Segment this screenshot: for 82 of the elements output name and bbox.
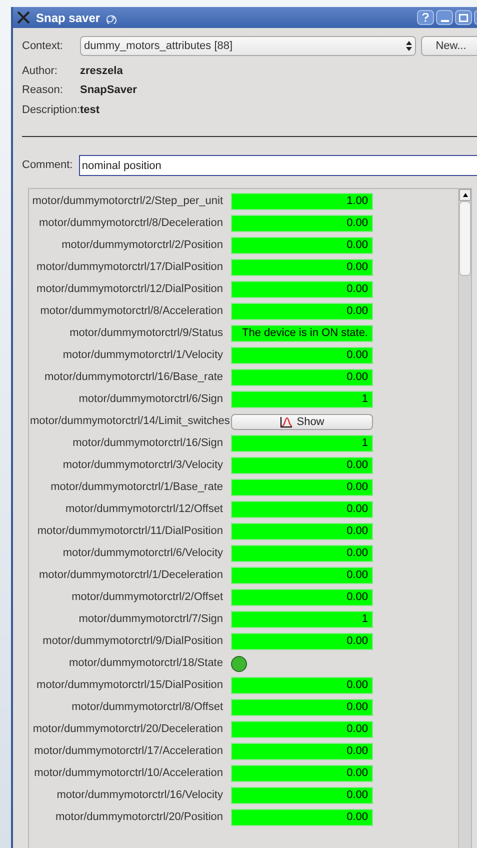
value-display: 0.00 xyxy=(231,787,373,804)
attribute-label: motor/dummymotorctrl/6/Sign xyxy=(78,392,224,408)
attribute-label: motor/dummymotorctrl/9/Status xyxy=(68,326,224,342)
new-button[interactable]: New... xyxy=(421,36,477,56)
value-display: 0.00 xyxy=(231,677,373,694)
attribute-label: motor/dummymotorctrl/2/Position xyxy=(60,238,224,254)
attribute-label: motor/dummymotorctrl/1/Base_rate xyxy=(50,480,224,496)
value-display: 0.00 xyxy=(231,743,373,760)
curve-chart-icon xyxy=(280,416,293,428)
attribute-label: motor/dummymotorctrl/16/Sign xyxy=(72,436,224,452)
window-title: Snap saver xyxy=(36,10,100,26)
help-button[interactable] xyxy=(417,10,434,25)
minimize-button[interactable] xyxy=(436,10,453,25)
field-value: test xyxy=(80,102,100,118)
attribute-label: motor/dummymotorctrl/12/Offset xyxy=(64,502,224,518)
comment-label: Comment: xyxy=(22,158,74,174)
attribute-label: motor/dummymotorctrl/17/Acceleration xyxy=(33,744,224,760)
attribute-label: motor/dummymotorctrl/17/DialPosition xyxy=(36,260,224,276)
value-display: 1.00 xyxy=(231,193,373,210)
help-icon xyxy=(422,13,429,22)
value-display: 0.00 xyxy=(231,721,373,738)
context-value: dummy_motors_attributes [88] xyxy=(84,38,234,54)
up-down-arrows-icon xyxy=(406,41,412,51)
field-label: Author: xyxy=(22,64,58,78)
value-display: 0.00 xyxy=(231,699,373,716)
scrollbar[interactable] xyxy=(458,188,471,848)
value-display: 1 xyxy=(231,435,373,452)
attribute-label: motor/dummymotorctrl/8/Deceleration xyxy=(38,216,224,232)
value-display: 0.00 xyxy=(231,215,373,232)
value-display: 0.00 xyxy=(231,457,373,474)
attribute-label: motor/dummymotorctrl/14/Limit_switches xyxy=(30,414,231,430)
value-display: 1 xyxy=(231,391,373,408)
attribute-label: motor/dummymotorctrl/16/Base_rate xyxy=(43,370,224,386)
value-display: 0.00 xyxy=(231,567,373,584)
attribute-label: motor/dummymotorctrl/20/Position xyxy=(54,810,224,826)
value-display: The device is in ON state. xyxy=(231,325,373,342)
attribute-label: motor/dummymotorctrl/12/DialPosition xyxy=(36,282,224,298)
value-display: 0.00 xyxy=(231,809,373,826)
value-display: 0.00 xyxy=(231,501,373,518)
show-button[interactable]: Show xyxy=(231,414,373,430)
value-display: 0.00 xyxy=(231,259,373,276)
attribute-label: motor/dummymotorctrl/1/Velocity xyxy=(62,348,224,364)
maximize-button[interactable] xyxy=(455,10,472,25)
value-display: 0.00 xyxy=(231,347,373,364)
attribute-label: motor/dummymotorctrl/6/Velocity xyxy=(62,546,224,562)
field-label: Description: xyxy=(22,102,80,118)
attribute-label: motor/dummymotorctrl/7/Sign xyxy=(78,612,224,628)
attribute-label: motor/dummymotorctrl/10/Acceleration xyxy=(33,766,224,782)
value-display: 0.00 xyxy=(231,237,373,254)
maximize-icon xyxy=(459,14,468,22)
field-label: Reason: xyxy=(22,83,64,98)
attribute-label: motor/dummymotorctrl/15/DialPosition xyxy=(36,678,224,694)
attribute-label: motor/dummymotorctrl/16/Velocity xyxy=(56,788,224,804)
scroll-up-icon xyxy=(462,192,468,196)
value-display: 0.00 xyxy=(231,369,373,386)
attribute-label: motor/dummymotorctrl/18/State xyxy=(68,656,224,672)
attribute-label: motor/dummymotorctrl/2/Offset xyxy=(70,590,224,606)
comment-field[interactable]: nominal position xyxy=(78,155,477,176)
value-display: 1 xyxy=(231,611,373,628)
value-display: 0.00 xyxy=(231,765,373,782)
value-display: 0.00 xyxy=(231,589,373,606)
field-value: SnapSaver xyxy=(80,83,137,98)
attribute-label: motor/dummymotorctrl/2/Step_per_unit xyxy=(31,194,224,210)
attribute-label: motor/dummymotorctrl/3/Velocity xyxy=(62,458,224,474)
scrollbar-thumb[interactable] xyxy=(459,200,471,276)
value-display: 0.00 xyxy=(231,479,373,496)
value-display: 0.00 xyxy=(231,303,373,320)
attribute-label: motor/dummymotorctrl/9/DialPosition xyxy=(42,634,224,650)
attribute-label: motor/dummymotorctrl/1/Deceleration xyxy=(38,568,224,584)
x-logo-icon xyxy=(17,11,30,24)
attribute-label: motor/dummymotorctrl/11/DialPosition xyxy=(36,524,224,540)
minimize-icon xyxy=(440,20,448,22)
attribute-label: motor/dummymotorctrl/8/Offset xyxy=(70,700,224,716)
context-dropdown[interactable]: dummy_motors_attributes [88] xyxy=(80,36,416,56)
field-value: zreszela xyxy=(80,64,123,78)
value-display: 0.00 xyxy=(231,523,373,540)
value-display: 0.00 xyxy=(231,633,373,650)
context-label: Context: xyxy=(22,38,64,54)
attribute-label: motor/dummymotorctrl/20/Deceleration xyxy=(32,722,224,738)
attribute-label: motor/dummymotorctrl/8/Acceleration xyxy=(39,304,224,320)
value-display: 0.00 xyxy=(231,545,373,562)
value-display: 0.00 xyxy=(231,281,373,298)
